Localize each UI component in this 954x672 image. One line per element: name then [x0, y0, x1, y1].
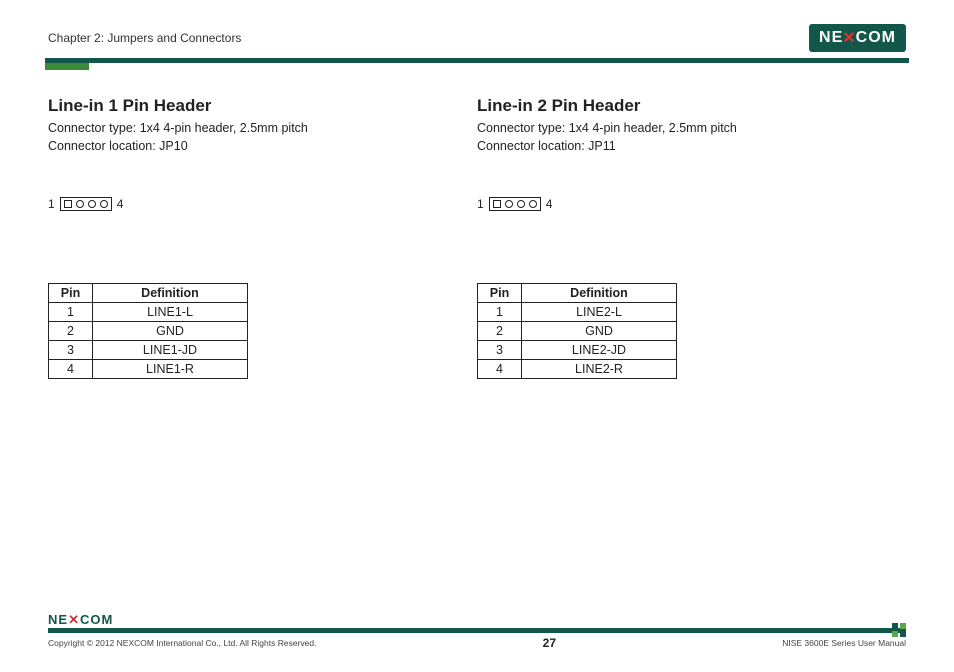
pin-diagram: 1 4 [48, 197, 457, 211]
section-subtitle: Connector type: 1x4 4-pin header, 2.5mm … [48, 119, 457, 155]
cell-pin: 4 [478, 360, 522, 379]
th-pin: Pin [478, 284, 522, 303]
pin-label-end: 4 [546, 197, 553, 211]
header-rule [45, 58, 909, 63]
footer-rule [48, 628, 906, 633]
pin-label-start: 1 [477, 197, 484, 211]
page-footer: NE✕COM Copyright © 2012 NEXCOM Internati… [48, 612, 906, 650]
section-subtitle: Connector type: 1x4 4-pin header, 2.5mm … [477, 119, 886, 155]
cell-def: GND [93, 322, 248, 341]
page-number: 27 [543, 636, 556, 650]
section-line-in-2: Line-in 2 Pin Header Connector type: 1x4… [477, 96, 906, 379]
table-row: 2 GND [49, 322, 248, 341]
th-definition: Definition [522, 284, 677, 303]
pin-1-icon [64, 200, 72, 208]
table-row: 4 LINE1-R [49, 360, 248, 379]
footer-manual-name: NISE 3600E Series User Manual [782, 638, 906, 648]
cell-def: LINE1-L [93, 303, 248, 322]
connector-location: Connector location: JP11 [477, 137, 886, 155]
connector-location: Connector location: JP10 [48, 137, 457, 155]
header-logo: NE✕COM [809, 24, 906, 52]
table-header-row: Pin Definition [478, 284, 677, 303]
pin-3-icon [88, 200, 96, 208]
cell-def: LINE1-R [93, 360, 248, 379]
section-title: Line-in 2 Pin Header [477, 96, 886, 116]
cell-pin: 3 [478, 341, 522, 360]
pin-header-graphic [60, 197, 112, 211]
pin-2-icon [505, 200, 513, 208]
cell-pin: 2 [478, 322, 522, 341]
footer-logo: NE✕COM [48, 612, 906, 628]
table-row: 3 LINE2-JD [478, 341, 677, 360]
pin-label-end: 4 [117, 197, 124, 211]
table-header-row: Pin Definition [49, 284, 248, 303]
table-row: 1 LINE1-L [49, 303, 248, 322]
pin-4-icon [529, 200, 537, 208]
cell-def: LINE2-R [522, 360, 677, 379]
pin-definition-table: Pin Definition 1 LINE2-L 2 GND 3 [477, 283, 677, 379]
cell-pin: 2 [49, 322, 93, 341]
section-title: Line-in 1 Pin Header [48, 96, 457, 116]
connector-type: Connector type: 1x4 4-pin header, 2.5mm … [48, 119, 457, 137]
th-pin: Pin [49, 284, 93, 303]
pin-diagram: 1 4 [477, 197, 886, 211]
table-row: 3 LINE1-JD [49, 341, 248, 360]
pin-1-icon [493, 200, 501, 208]
chapter-title: Chapter 2: Jumpers and Connectors [48, 31, 241, 45]
pin-label-start: 1 [48, 197, 55, 211]
section-line-in-1: Line-in 1 Pin Header Connector type: 1x4… [48, 96, 477, 379]
pin-3-icon [517, 200, 525, 208]
cell-def: LINE1-JD [93, 341, 248, 360]
footer-decor-icon [892, 623, 906, 637]
table-row: 1 LINE2-L [478, 303, 677, 322]
cell-pin: 3 [49, 341, 93, 360]
pin-header-graphic [489, 197, 541, 211]
cell-pin: 1 [478, 303, 522, 322]
table-row: 2 GND [478, 322, 677, 341]
cell-pin: 1 [49, 303, 93, 322]
pin-definition-table: Pin Definition 1 LINE1-L 2 GND 3 [48, 283, 248, 379]
th-definition: Definition [93, 284, 248, 303]
header-accent [45, 63, 89, 70]
cell-def: LINE2-JD [522, 341, 677, 360]
pin-2-icon [76, 200, 84, 208]
footer-copyright: Copyright © 2012 NEXCOM International Co… [48, 638, 316, 648]
cell-def: GND [522, 322, 677, 341]
table-row: 4 LINE2-R [478, 360, 677, 379]
pin-4-icon [100, 200, 108, 208]
cell-pin: 4 [49, 360, 93, 379]
connector-type: Connector type: 1x4 4-pin header, 2.5mm … [477, 119, 886, 137]
cell-def: LINE2-L [522, 303, 677, 322]
